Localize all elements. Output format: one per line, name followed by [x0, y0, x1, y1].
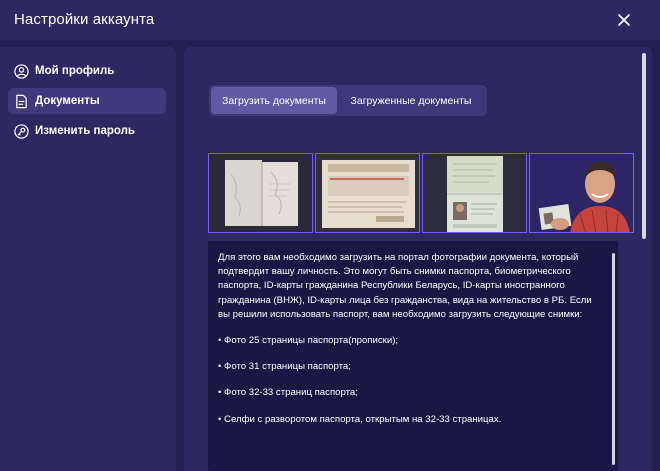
sidebar: Мой профиль Документы Изменить пароль	[0, 47, 176, 471]
document-examples-gallery	[208, 153, 634, 233]
instruction-bullet-4: • Селфи с разворотом паспорта, открытым …	[218, 413, 502, 425]
sidebar-item-profile[interactable]: Мой профиль	[8, 58, 166, 84]
modal-header: Настройки аккаунта	[0, 0, 660, 40]
document-tabs: Загрузить документы Загруженные документ…	[209, 85, 487, 116]
document-icon	[14, 94, 29, 109]
example-photo-passport-page-31	[315, 153, 420, 233]
sidebar-item-label: Изменить пароль	[35, 125, 135, 137]
key-icon	[14, 123, 29, 139]
sidebar-item-label: Документы	[35, 95, 100, 107]
close-button[interactable]	[612, 8, 636, 32]
close-icon	[618, 14, 630, 26]
instructions-text-box: Для этого вам необходимо загрузить на по…	[208, 241, 618, 471]
example-photo-passport-registration	[208, 153, 313, 233]
sidebar-item-label: Мой профиль	[35, 65, 115, 77]
instruction-bullet-2: • Фото 31 страницы паспорта;	[218, 361, 351, 373]
instruction-bullet-1: • Фото 25 страницы паспорта(прописки);	[218, 335, 399, 347]
documents-panel: Загрузить документы Загруженные документ…	[184, 47, 652, 471]
example-photo-passport-pages-32-33	[422, 153, 527, 233]
instruction-bullet-3: • Фото 32-33 страниц паспорта;	[218, 387, 358, 399]
modal-title: Настройки аккаунта	[14, 11, 155, 28]
tab-upload-documents[interactable]: Загрузить документы	[211, 87, 337, 114]
account-settings-modal: Настройки аккаунта Мой профиль Документы…	[0, 0, 660, 471]
tab-uploaded-documents[interactable]: Загруженные документы	[337, 87, 485, 114]
example-photo-selfie-with-passport	[529, 153, 634, 233]
sidebar-item-change-password[interactable]: Изменить пароль	[8, 118, 166, 144]
instructions-scrollbar-thumb[interactable]	[612, 253, 615, 465]
instructions-intro: Для этого вам необходимо загрузить на по…	[218, 252, 592, 320]
user-icon	[14, 63, 29, 79]
sidebar-item-documents[interactable]: Документы	[8, 88, 166, 114]
panel-scrollbar-thumb[interactable]	[642, 53, 646, 239]
